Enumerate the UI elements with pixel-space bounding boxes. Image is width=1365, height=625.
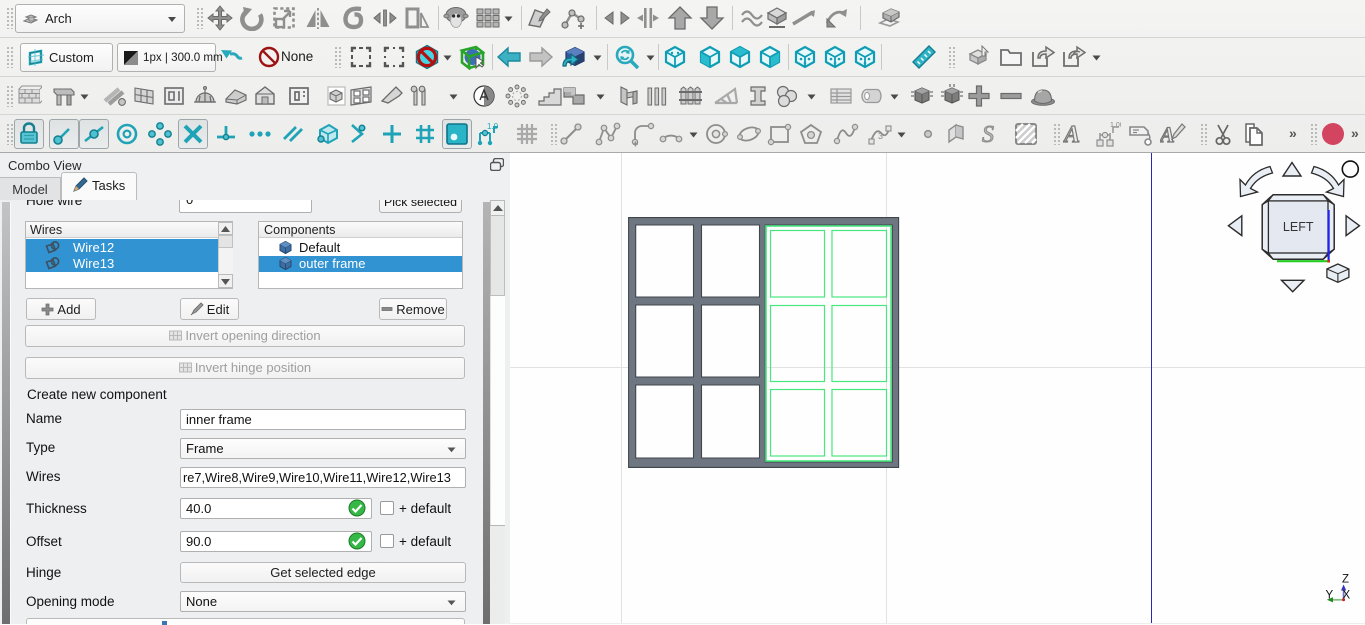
svg-text:LEFT: LEFT [1283, 220, 1314, 234]
svg-text:1.00: 1.00 [1110, 122, 1121, 129]
svg-text:3: 3 [878, 131, 883, 141]
svg-text:A: A [1063, 122, 1080, 147]
svg-text:A: A [1160, 122, 1175, 147]
svg-text:S: S [982, 122, 994, 147]
svg-text:1.0: 1.0 [487, 122, 499, 131]
svg-text:Z: Z [1342, 574, 1349, 586]
